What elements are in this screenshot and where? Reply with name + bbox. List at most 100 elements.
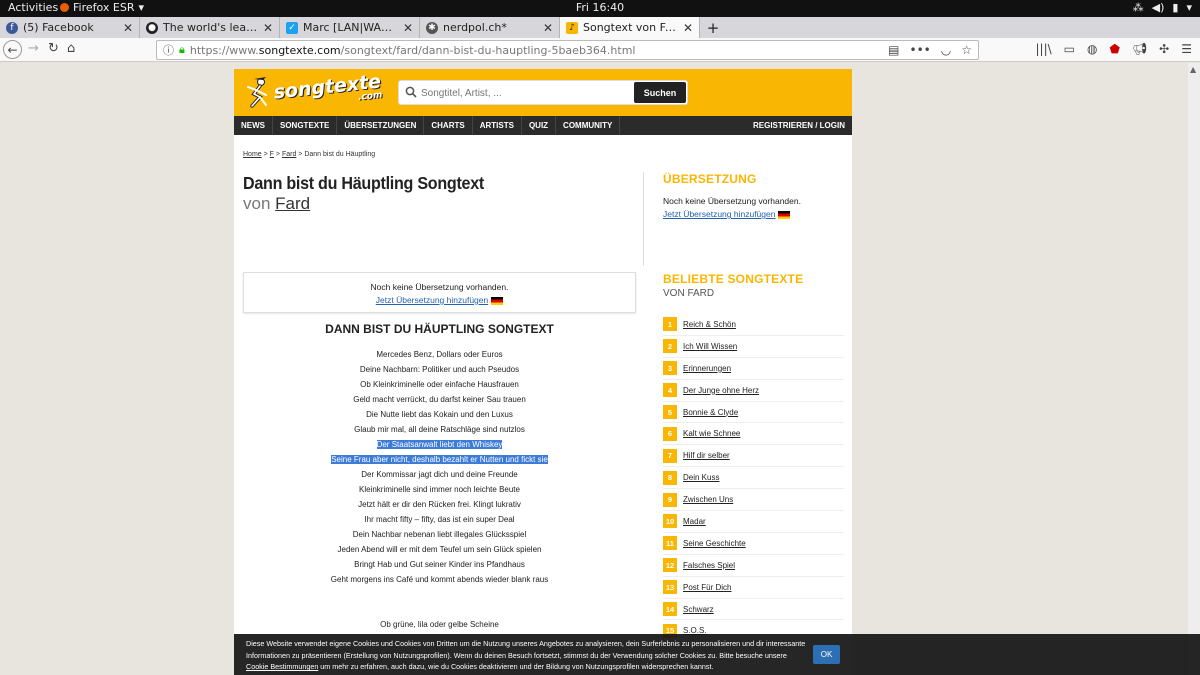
song-link[interactable]: Zwischen Uns xyxy=(683,495,733,504)
list-item[interactable]: 6 Kalt wie Schnee xyxy=(663,423,844,446)
add-translation-link[interactable]: Jetzt Übersetzung hinzufügen xyxy=(663,209,775,219)
system-tray[interactable]: ⁂ ◀) ▮ ▾ xyxy=(1133,1,1192,14)
lyrics-heading: DANN BIST DU HÄUPTLING SONGTEXT xyxy=(325,322,554,336)
lyrics-line: Der Kommissar jagt dich und deine Freund… xyxy=(361,470,518,479)
home-button[interactable]: ⌂ xyxy=(67,41,75,56)
list-item[interactable]: 11 Seine Geschichte xyxy=(663,533,844,555)
song-link[interactable]: Madar xyxy=(683,517,706,526)
list-item[interactable]: 13 Post Für Dich xyxy=(663,577,844,599)
extension-icon[interactable]: ⬟ xyxy=(1110,42,1120,56)
song-link[interactable]: Post Für Dich xyxy=(683,583,731,592)
list-item[interactable]: 10 Madar xyxy=(663,511,844,533)
german-flag-icon xyxy=(491,296,504,305)
menu-item-songtexte[interactable]: SONGTEXTE xyxy=(273,116,338,135)
tab-facebook[interactable]: f (5) Facebook ✕ xyxy=(0,17,140,38)
close-icon[interactable]: ✕ xyxy=(683,21,693,35)
search-button[interactable]: Suchen xyxy=(634,82,686,103)
cookie-ok-button[interactable]: OK xyxy=(813,645,840,664)
close-icon[interactable]: ✕ xyxy=(403,21,413,35)
list-item[interactable]: 12 Falsches Spiel xyxy=(663,555,844,577)
extension-puzzle-icon[interactable]: ✣ xyxy=(1159,42,1169,56)
song-link[interactable]: Ich Will Wissen xyxy=(683,342,737,351)
close-icon[interactable]: ✕ xyxy=(123,21,133,35)
close-icon[interactable]: ✕ xyxy=(543,21,553,35)
pocket-icon[interactable]: ◡ xyxy=(941,43,951,57)
login-link[interactable]: REGISTRIEREN / LOGIN xyxy=(746,116,852,135)
song-link[interactable]: Dein Kuss xyxy=(683,473,719,482)
rank-badge: 12 xyxy=(663,558,677,573)
song-link[interactable]: Falsches Spiel xyxy=(683,561,735,570)
library-icon[interactable]: |||\ xyxy=(1036,42,1052,56)
menu-item-charts[interactable]: CHARTS xyxy=(424,116,473,135)
clock[interactable]: Fri 16:40 xyxy=(0,1,1200,14)
list-item[interactable]: 3 Erinnerungen xyxy=(663,358,844,380)
list-item[interactable]: 7 Hilf dir selber xyxy=(663,445,844,468)
list-item[interactable]: 1 Reich & Schön xyxy=(663,314,844,336)
tab-github[interactable]: ● The world's leading softw ✕ xyxy=(140,17,280,38)
url-bar[interactable]: ⓘ 🔒︎ https://www.songtexte.com/songtext/… xyxy=(156,40,979,60)
add-translation-link[interactable]: Jetzt Übersetzung hinzufügen xyxy=(376,295,488,305)
tab-twitter[interactable]: ✓ Marc [LAN|WAN]dolt jur ✕ xyxy=(280,17,420,38)
lyrics-line: Deine Nachbarn: Politiker und auch Pseud… xyxy=(359,365,520,374)
tab-songtexte[interactable]: ♪ Songtext von Fard – Dann ✕ xyxy=(560,17,700,38)
volume-icon: ◀) xyxy=(1151,1,1165,14)
bookmark-star-icon[interactable]: ☆ xyxy=(961,43,972,57)
popular-list: 1 Reich & Schön 2 Ich Will Wissen 3 Erinner… xyxy=(663,314,844,643)
reader-view-icon[interactable]: ▤ xyxy=(888,43,899,57)
megaphone-icon[interactable]: 📢︎ xyxy=(1132,42,1147,56)
back-button[interactable]: ← xyxy=(3,40,22,59)
search-input[interactable] xyxy=(421,84,631,102)
list-item[interactable]: 2 Ich Will Wissen xyxy=(663,336,844,358)
lyrics-line-selected: Der Staatsanwalt liebt den Whiskey xyxy=(376,440,503,449)
tab-label: Songtext von Fard – Dann xyxy=(583,21,678,34)
site-logo[interactable]: songtexte .com xyxy=(244,70,383,109)
song-link[interactable]: Schwarz xyxy=(683,605,714,614)
song-link[interactable]: Seine Geschichte xyxy=(683,539,746,548)
new-tab-button[interactable]: + xyxy=(700,17,726,38)
list-item[interactable]: 5 Bonnie & Clyde xyxy=(663,402,844,424)
list-item[interactable]: 9 Zwischen Uns xyxy=(663,489,844,512)
info-icon[interactable]: ⓘ xyxy=(163,42,174,58)
menu-icon[interactable]: ☰ xyxy=(1181,42,1192,56)
list-item[interactable]: 14 Schwarz xyxy=(663,599,844,621)
song-link[interactable]: Bonnie & Clyde xyxy=(683,408,738,417)
lyrics-line: Kleinkriminelle sind immer noch leichte … xyxy=(359,485,520,494)
lyrics-line: Dein Nachbar nebenan liebt illegales Glü… xyxy=(352,530,527,539)
forward-button[interactable]: → xyxy=(28,41,39,56)
page-actions-icon[interactable]: ••• xyxy=(910,43,931,57)
menu-item-artists[interactable]: ARTISTS xyxy=(473,116,522,135)
song-link[interactable]: Reich & Schön xyxy=(683,320,736,329)
rank-badge: 6 xyxy=(663,426,677,441)
sync-icon[interactable]: ◍ xyxy=(1087,42,1097,56)
list-item[interactable]: 4 Der Junge ohne Herz xyxy=(663,380,844,402)
lyrics-line: Ihr macht fifty – fifty, das ist ein sup… xyxy=(364,515,515,524)
breadcrumb-home[interactable]: Home xyxy=(243,151,262,158)
tab-strip: f (5) Facebook ✕ ● The world's leading s… xyxy=(0,17,1200,38)
reload-button[interactable]: ↻ xyxy=(48,41,59,56)
rank-badge: 3 xyxy=(663,361,677,376)
rank-badge: 9 xyxy=(663,492,677,507)
song-link[interactable]: Kalt wie Schnee xyxy=(683,429,740,438)
lyrics-line-selected: Seine Frau aber nicht, deshalb bezahlt e… xyxy=(331,455,548,464)
song-link[interactable]: Erinnerungen xyxy=(683,364,731,373)
artist-link[interactable]: Fard xyxy=(275,194,310,213)
tab-nerdpol[interactable]: ✱ nerdpol.ch* ✕ xyxy=(420,17,560,38)
lyrics-line: Die Nutte liebt das Kokain und den Luxus xyxy=(366,410,513,419)
menu-item-quiz[interactable]: QUIZ xyxy=(522,116,557,135)
song-link[interactable]: Der Junge ohne Herz xyxy=(683,386,759,395)
menu-item-news[interactable]: NEWS xyxy=(234,116,273,135)
lock-icon[interactable]: 🔒︎ xyxy=(179,43,185,57)
navigation-bar: ← → ↻ ⌂ ⓘ 🔒︎ https://www.songtexte.com/s… xyxy=(0,38,1200,62)
close-icon[interactable]: ✕ xyxy=(263,21,273,35)
system-top-bar: Activities Firefox ESR ▾ Fri 16:40 ⁂ ◀) … xyxy=(0,0,1200,17)
list-item[interactable]: 8 Dein Kuss xyxy=(663,467,844,490)
song-link[interactable]: Hilf dir selber xyxy=(683,451,730,460)
url-path: /songtext/fard/dann-bist-du-hauptling-5b… xyxy=(340,43,636,57)
menu-item-community[interactable]: COMMUNITY xyxy=(556,116,621,135)
breadcrumb-artist[interactable]: Fard xyxy=(282,151,296,158)
scroll-up-icon[interactable]: ▲ xyxy=(1190,65,1196,74)
page-scrollbar[interactable]: ▲ xyxy=(1188,63,1200,675)
sidebar-icon[interactable]: ▭ xyxy=(1064,42,1075,56)
menu-item-uebersetzungen[interactable]: ÜBERSETZUNGEN xyxy=(337,116,425,135)
cookie-policy-link[interactable]: Cookie Bestimmungen xyxy=(246,662,318,671)
